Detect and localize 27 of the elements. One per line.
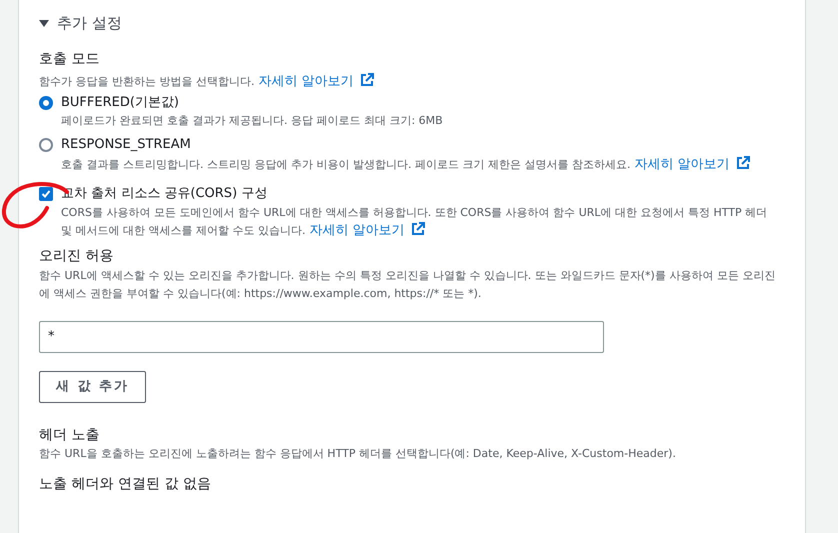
add-value-button[interactable]: 새 값 추가	[39, 370, 146, 402]
learn-more-link[interactable]: 자세히 알아보기	[258, 74, 374, 88]
radio-button[interactable]	[39, 96, 53, 110]
field-description: 함수 URL에 액세스할 수 있는 오리진을 추가합니다. 원하는 수의 특정 오리진을 나열할 수 있습니다. 또는 와일드카드 문자(*)를 사용하여 모든 오리진에 액세스 권한을 부여할 수 있습니다(예: https://www.example.com, https://* 또는 *).	[39, 268, 776, 302]
radio-label: BUFFERED(기본값)	[61, 94, 180, 112]
checkbox-description: CORS를 사용하여 모든 도메인에서 함수 URL에 대한 액세스를 허용합니다. 또한 CORS를 사용하여 함수 URL에 대한 요청에서 특정 HTTP 헤더 및 메서드에 대한 액세스를 제어할 수도 있습니다. 자세히 알아보기	[61, 204, 768, 240]
field-label: 오리진 허용	[39, 246, 114, 266]
external-link-icon	[360, 72, 374, 86]
field-description: 함수가 응답을 반환하는 방법을 선택합니다. 자세히 알아보기	[39, 72, 781, 91]
field-description: 함수 URL을 호출하는 오리진에 노출하려는 함수 응답에서 HTTP 헤더를 선택합니다(예: Date, Keep-Alive, X-Custom-Header).	[39, 446, 677, 462]
section-toggle[interactable]: 추가 설정	[39, 12, 122, 34]
external-link-icon	[410, 222, 425, 236]
external-link-icon	[736, 156, 750, 170]
origin-input[interactable]: *	[39, 320, 604, 352]
radio-label: RESPONSE_STREAM	[61, 136, 192, 154]
checkbox[interactable]	[39, 187, 53, 201]
radio-button[interactable]	[39, 138, 53, 152]
check-icon	[41, 189, 51, 199]
checkbox-label: 교차 출처 리소스 공유(CORS) 구성	[61, 185, 268, 203]
learn-more-link[interactable]: 자세히 알아보기	[634, 156, 750, 172]
option-description: 호출 결과를 스트리밍합니다. 스트리밍 응답에 추가 비용이 발생합니다. 페이로드 크기 제한은 설명서를 참조하세요. 자세히 알아보기	[61, 154, 750, 174]
field-label: 헤더 노출	[39, 426, 100, 444]
empty-state-text: 노출 헤더와 연결된 값 없음	[39, 475, 212, 494]
option-description: 페이로드가 완료되면 호출 결과가 제공됩니다. 응답 페이로드 최대 크기: 6MB	[61, 112, 443, 128]
caret-icon	[39, 18, 49, 28]
field-label: 호출 모드	[39, 50, 100, 68]
learn-more-link[interactable]: 자세히 알아보기	[309, 222, 425, 238]
